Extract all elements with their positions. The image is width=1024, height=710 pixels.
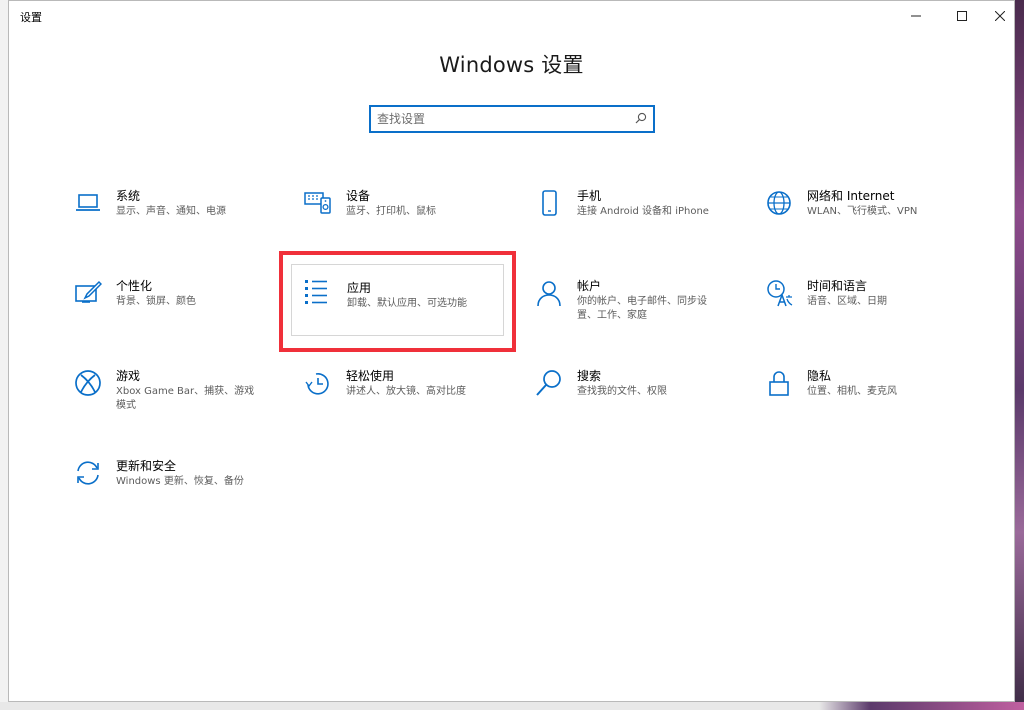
tile-description: 位置、相机、麦克风 <box>807 386 897 397</box>
tile-description: 背景、锁屏、颜色 <box>116 296 196 307</box>
tile-description: WLAN、飞行模式、VPN <box>807 206 918 217</box>
tile-ease-of-access[interactable]: 轻松使用 讲述人、放大镜、高对比度 <box>294 361 522 441</box>
globe-icon <box>767 191 791 215</box>
search-input[interactable] <box>377 110 617 128</box>
person-icon <box>537 281 561 307</box>
lock-icon <box>769 371 789 396</box>
tile-description: 显示、声音、通知、电源 <box>116 206 226 217</box>
background-wallpaper <box>1015 0 1024 710</box>
time-language-icon <box>767 280 793 307</box>
close-icon <box>995 11 1005 21</box>
personalization-icon <box>75 280 102 303</box>
tile-title: 轻松使用 <box>346 369 395 383</box>
tile-privacy[interactable]: 隐私 位置、相机、麦克风 <box>755 361 983 441</box>
phone-icon <box>542 190 557 216</box>
tile-phone[interactable]: 手机 连接 Android 设备和 iPhone <box>525 181 753 261</box>
tile-description: Windows 更新、恢复、备份 <box>116 476 244 487</box>
background-bottom <box>0 702 1024 710</box>
settings-window: 设置 Windows 设置 系统 显示、声音、通知、电源 <box>8 0 1015 702</box>
minimize-icon <box>911 15 921 17</box>
tile-description: 语音、区域、日期 <box>807 296 887 307</box>
xbox-icon <box>75 370 101 396</box>
tile-personalization[interactable]: 个性化 背景、锁屏、颜色 <box>64 271 292 351</box>
tile-title: 个性化 <box>116 279 153 293</box>
tile-title: 系统 <box>116 189 141 203</box>
search-icon[interactable] <box>635 112 647 124</box>
title-bar[interactable]: 设置 <box>9 1 1014 31</box>
apps-list-icon <box>305 280 327 304</box>
laptop-icon <box>76 194 100 211</box>
maximize-button[interactable] <box>939 1 985 31</box>
tile-title: 游戏 <box>116 369 141 383</box>
tile-description: Xbox Game Bar、捕获、游戏模式 <box>116 386 255 411</box>
tile-description: 你的帐户、电子邮件、同步设置、工作、家庭 <box>577 296 707 321</box>
page-title: Windows 设置 <box>439 53 584 77</box>
tile-title: 时间和语言 <box>807 279 868 293</box>
background-left <box>0 0 8 710</box>
tile-description: 讲述人、放大镜、高对比度 <box>346 386 466 397</box>
minimize-button[interactable] <box>893 1 939 31</box>
close-button[interactable] <box>985 1 1015 31</box>
tile-description: 查找我的文件、权限 <box>577 386 667 397</box>
search-box[interactable] <box>369 105 655 133</box>
devices-icon <box>304 192 331 214</box>
tile-accounts[interactable]: 帐户 你的帐户、电子邮件、同步设置、工作、家庭 <box>525 271 753 351</box>
sync-icon <box>77 461 99 485</box>
tile-title: 隐私 <box>807 369 832 383</box>
tile-title: 手机 <box>577 189 602 203</box>
maximize-icon <box>957 11 967 21</box>
search-magnifier-icon <box>536 370 561 396</box>
tile-title: 更新和安全 <box>116 459 177 473</box>
tile-title: 设备 <box>346 189 371 203</box>
tile-apps[interactable]: 应用 卸载、默认应用、可选功能 <box>291 264 504 336</box>
tile-description: 卸载、默认应用、可选功能 <box>347 298 467 309</box>
tile-devices[interactable]: 设备 蓝牙、打印机、鼠标 <box>294 181 522 261</box>
ease-of-access-icon <box>305 373 329 395</box>
tile-gaming[interactable]: 游戏 Xbox Game Bar、捕获、游戏模式 <box>64 361 292 441</box>
tile-title: 应用 <box>347 281 372 295</box>
tile-search[interactable]: 搜索 查找我的文件、权限 <box>525 361 753 441</box>
window-title: 设置 <box>20 11 42 24</box>
tile-update-security[interactable]: 更新和安全 Windows 更新、恢复、备份 <box>64 451 292 531</box>
tile-description: 蓝牙、打印机、鼠标 <box>346 206 436 217</box>
tile-title: 帐户 <box>577 279 602 293</box>
tile-network[interactable]: 网络和 Internet WLAN、飞行模式、VPN <box>755 181 983 261</box>
tile-title: 搜索 <box>577 369 602 383</box>
tile-time-language[interactable]: 时间和语言 语音、区域、日期 <box>755 271 983 351</box>
tile-system[interactable]: 系统 显示、声音、通知、电源 <box>64 181 292 261</box>
tile-title: 网络和 Internet <box>807 189 895 203</box>
tile-description: 连接 Android 设备和 iPhone <box>577 206 709 217</box>
